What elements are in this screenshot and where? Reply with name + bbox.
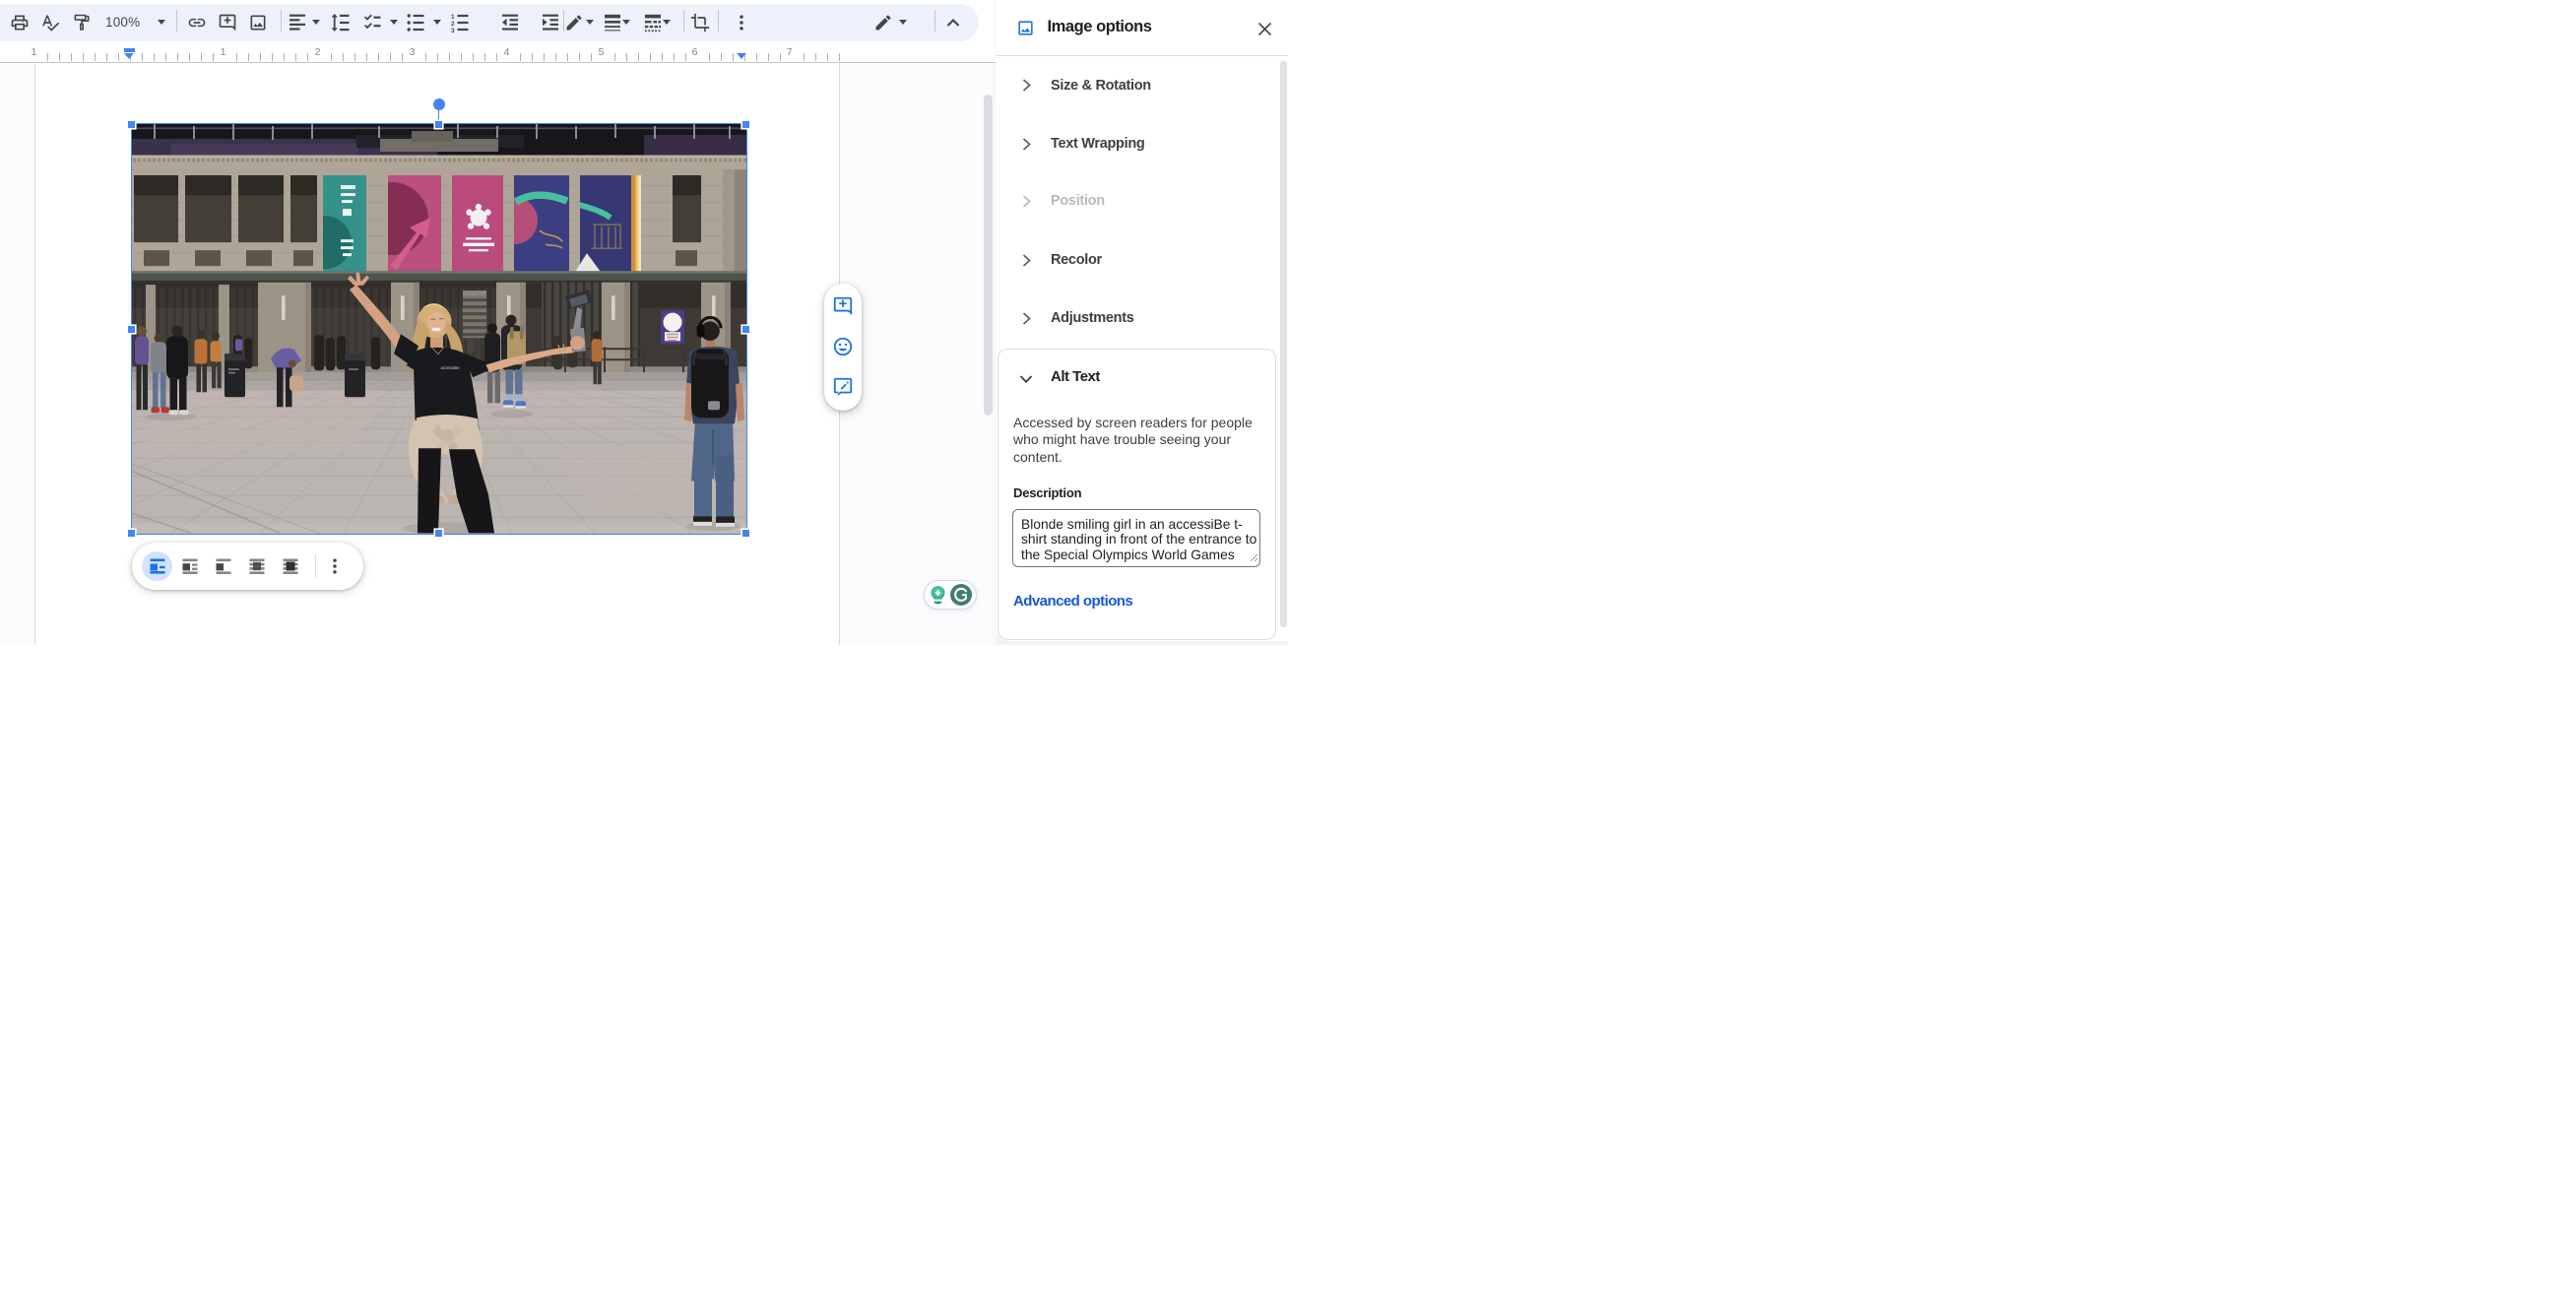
- svg-text:1: 1: [451, 14, 455, 21]
- svg-text:3: 3: [451, 28, 455, 32]
- svg-text:2: 2: [451, 21, 455, 28]
